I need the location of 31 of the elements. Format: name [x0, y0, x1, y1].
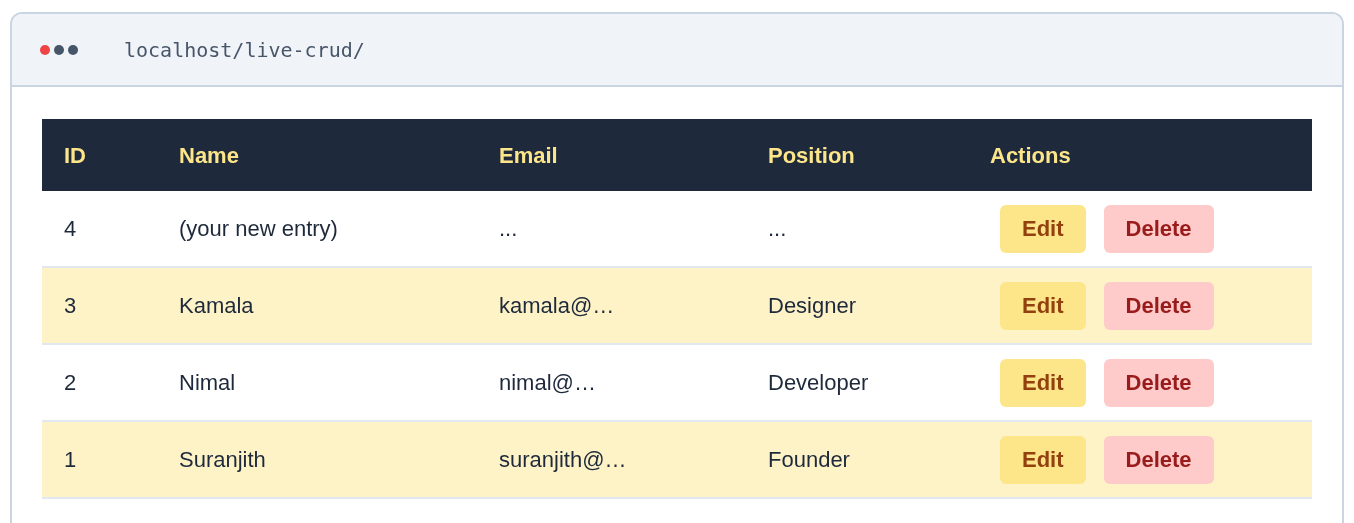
table-cell: Designer	[768, 293, 857, 318]
table-cell: Kamala	[179, 293, 254, 318]
url-text: localhost/live-crud/	[124, 36, 365, 64]
table-cell: ...	[768, 216, 787, 241]
table-cell: 3	[64, 293, 77, 318]
table-cell: Developer	[768, 370, 869, 395]
delete-button[interactable]: Delete	[1103, 204, 1214, 253]
edit-button[interactable]: Edit	[1000, 358, 1086, 407]
column-header: Email	[499, 142, 558, 168]
table-cell: kamala@…	[499, 293, 615, 318]
table-cell: 1	[64, 447, 77, 472]
edit-button[interactable]: Edit	[1000, 435, 1086, 484]
table-cell: nimal@…	[499, 370, 596, 395]
table-cell: Suranjith	[179, 447, 266, 472]
table-cell: Founder	[768, 447, 850, 472]
column-header: Actions	[990, 142, 1071, 168]
delete-button[interactable]: Delete	[1103, 435, 1214, 484]
table-cell: 2	[64, 370, 77, 395]
table-cell: ...	[499, 216, 518, 241]
table-cell: 4	[64, 216, 77, 241]
delete-button[interactable]: Delete	[1103, 281, 1214, 330]
window-dots-icon	[40, 44, 80, 55]
column-header: Name	[179, 142, 239, 168]
table-cell: suranjith@…	[499, 447, 627, 472]
edit-button[interactable]: Edit	[1000, 281, 1086, 330]
edit-button[interactable]: Edit	[1000, 204, 1086, 253]
table-cell: Nimal	[179, 370, 236, 395]
column-header: ID	[64, 142, 86, 168]
column-header: Position	[768, 142, 855, 168]
delete-button[interactable]: Delete	[1103, 358, 1214, 407]
table-cell: (your new entry)	[179, 216, 338, 241]
